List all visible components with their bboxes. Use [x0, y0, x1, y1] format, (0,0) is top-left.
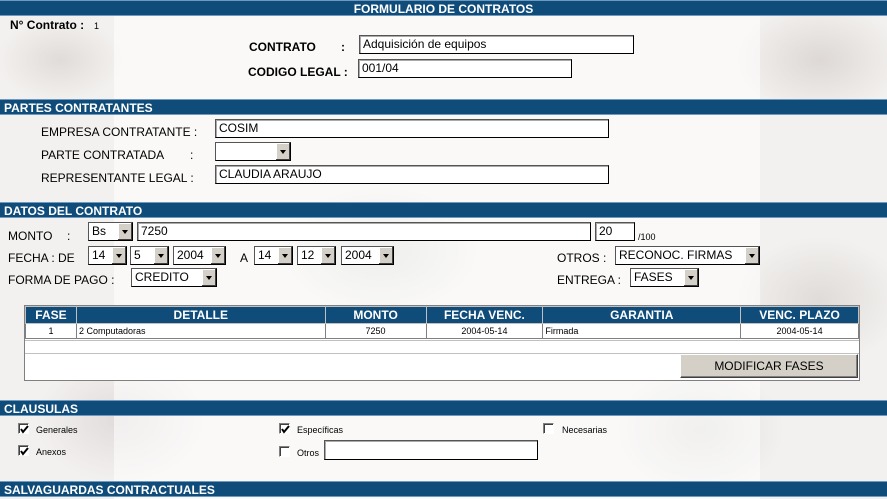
- monto-field[interactable]: 7250: [137, 222, 591, 241]
- necesarias-label: Necesarias: [562, 425, 608, 435]
- anexos-checkbox[interactable]: [18, 445, 29, 456]
- contract-number-value: 1: [94, 21, 100, 31]
- contrato-field[interactable]: Adquisición de equipos: [359, 35, 634, 54]
- especificas-label: Específicas: [297, 425, 344, 435]
- col-header-garantia[interactable]: GARANTIA: [542, 306, 742, 324]
- empresa-label: EMPRESA CONTRATANTE :: [41, 125, 198, 139]
- fecha-de-mes-select[interactable]: 5: [130, 246, 169, 265]
- parte-contratada-label: PARTE CONTRATADA: [41, 148, 165, 162]
- col-header-monto[interactable]: MONTO: [324, 306, 427, 324]
- salvaguardas-section-title: SALVAGUARDAS CONTRACTUALES: [4, 483, 215, 497]
- fecha-a-mes-select[interactable]: 12: [297, 246, 336, 265]
- anexos-label: Anexos: [36, 447, 67, 457]
- contrato-label: CONTRATO: [249, 40, 316, 54]
- contract-number-label: N° Contrato :: [10, 18, 85, 32]
- otros-value: RECONOC. FIRMAS: [619, 248, 733, 262]
- otros-label: OTROS :: [557, 251, 607, 265]
- generales-label: Generales: [36, 425, 78, 435]
- fecha-de-dia-value: 14: [92, 248, 106, 262]
- fecha-a-anio-select[interactable]: 2004: [341, 246, 394, 265]
- parte-contratada-select[interactable]: [215, 142, 291, 161]
- fecha-a-dia-select[interactable]: 14: [254, 246, 293, 265]
- form-title-bar: FORMULARIO DE CONTRATOS: [0, 0, 887, 16]
- checkmark-icon: [20, 447, 29, 456]
- chevron-down-icon[interactable]: [744, 247, 759, 264]
- monto-colon: :: [67, 229, 71, 243]
- partes-section-title: PARTES CONTRATANTES: [4, 101, 153, 115]
- monto-label: MONTO: [8, 229, 53, 243]
- modificar-fases-button[interactable]: MODIFICAR FASES: [680, 354, 858, 378]
- forma-pago-value: CREDITO: [135, 270, 189, 284]
- checkmark-icon: [281, 425, 290, 434]
- fases-table: FASE DETALLE MONTO FECHA VENC. GARANTIA …: [25, 306, 859, 339]
- partes-section-bar: PARTES CONTRATANTES: [0, 99, 887, 115]
- clausulas-section-bar: CLAUSULAS: [0, 400, 887, 416]
- parte-contratada-colon: :: [190, 148, 194, 162]
- fecha-a-label: A: [240, 251, 249, 265]
- entrega-select[interactable]: FASES: [630, 268, 699, 287]
- chevron-down-icon[interactable]: [277, 247, 292, 264]
- cell-fecha-venc: 2004-05-14: [425, 323, 544, 339]
- salvaguardas-section-bar: SALVAGUARDAS CONTRACTUALES: [0, 481, 887, 497]
- chevron-down-icon[interactable]: [378, 247, 393, 264]
- contrato-colon: :: [341, 40, 345, 54]
- empty-row: [25, 340, 859, 354]
- chevron-down-icon[interactable]: [201, 269, 216, 286]
- generales-checkbox[interactable]: [18, 423, 29, 434]
- col-header-detalle[interactable]: DETALLE: [75, 306, 326, 324]
- checkmark-icon: [20, 425, 29, 434]
- fecha-a-mes-value: 12: [301, 248, 315, 262]
- form-title: FORMULARIO DE CONTRATOS: [353, 2, 534, 16]
- otros-clausula-label: Otros: [297, 448, 320, 458]
- especificas-checkbox[interactable]: [279, 423, 290, 434]
- forma-pago-select[interactable]: CREDITO: [131, 268, 217, 287]
- col-header-fase[interactable]: FASE: [25, 306, 77, 324]
- datos-section-title: DATOS DEL CONTRATO: [4, 204, 143, 218]
- fecha-de-mes-value: 5: [134, 248, 141, 262]
- fases-header-row: FASE DETALLE MONTO FECHA VENC. GARANTIA …: [25, 306, 859, 324]
- entrega-label: ENTREGA :: [557, 273, 622, 287]
- fecha-a-anio-value: 2004: [345, 248, 372, 262]
- chevron-down-icon[interactable]: [153, 247, 168, 264]
- otros-select[interactable]: RECONOC. FIRMAS: [615, 246, 760, 265]
- representante-field[interactable]: CLAUDIA ARAUJO: [215, 165, 609, 184]
- cell-garantia: Firmada: [542, 323, 742, 339]
- col-header-fecha-venc[interactable]: FECHA VENC.: [425, 306, 544, 324]
- necesarias-checkbox[interactable]: [543, 423, 554, 434]
- forma-pago-label: FORMA DE PAGO :: [8, 273, 115, 287]
- codigo-legal-field[interactable]: 001/04: [358, 59, 572, 78]
- centavos-suffix: /100: [638, 232, 656, 242]
- chevron-down-icon[interactable]: [275, 143, 290, 160]
- fecha-de-anio-select[interactable]: 2004: [173, 246, 226, 265]
- otros-checkbox[interactable]: [279, 446, 290, 457]
- moneda-select[interactable]: Bs: [88, 222, 133, 241]
- fecha-a-dia-value: 14: [258, 248, 272, 262]
- col-header-venc-plazo[interactable]: VENC. PLAZO: [740, 306, 859, 324]
- centavos-field[interactable]: 20: [595, 222, 635, 241]
- cell-venc-plazo: 2004-05-14: [740, 323, 859, 339]
- codigo-legal-label: CODIGO LEGAL :: [248, 65, 348, 79]
- moneda-value: Bs: [92, 224, 107, 238]
- fecha-de-anio-value: 2004: [177, 248, 204, 262]
- cell-monto: 7250: [324, 323, 427, 339]
- table-row[interactable]: 1 2 Computadoras 7250 2004-05-14 Firmada…: [25, 323, 859, 339]
- chevron-down-icon[interactable]: [117, 223, 132, 240]
- representante-label: REPRESENTANTE LEGAL :: [41, 171, 194, 185]
- fecha-label: FECHA : DE: [8, 251, 75, 265]
- cell-detalle: 2 Computadoras: [75, 323, 326, 339]
- otros-clausula-field[interactable]: [324, 440, 538, 460]
- fecha-de-dia-select[interactable]: 14: [88, 246, 127, 265]
- empresa-field[interactable]: COSIM: [215, 119, 609, 138]
- cell-fase: 1: [25, 323, 77, 339]
- clausulas-section-title: CLAUSULAS: [4, 402, 78, 416]
- datos-section-bar: DATOS DEL CONTRATO: [0, 202, 887, 218]
- chevron-down-icon[interactable]: [320, 247, 335, 264]
- chevron-down-icon[interactable]: [210, 247, 225, 264]
- entrega-value: FASES: [634, 270, 673, 284]
- chevron-down-icon[interactable]: [111, 247, 126, 264]
- chevron-down-icon[interactable]: [683, 269, 698, 286]
